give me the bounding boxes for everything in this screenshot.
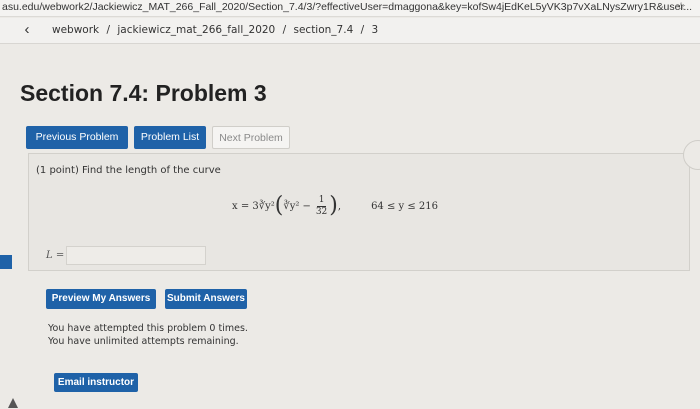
previous-problem-button[interactable]: Previous Problem <box>26 126 128 149</box>
submit-answers-button[interactable]: Submit Answers <box>165 289 247 309</box>
fraction: 1 32 <box>316 195 327 218</box>
problem-list-button[interactable]: Problem List <box>134 126 206 149</box>
inner-formula-term: y² <box>289 200 300 212</box>
breadcrumb-item-course[interactable]: jackiewicz_mat_266_fall_2020 <box>117 24 275 36</box>
breadcrumb-bar: ‹ webwork / jackiewicz_mat_266_fall_2020… <box>0 18 700 44</box>
formula-lhs: x = 3 <box>232 200 259 212</box>
formula-comma: , <box>337 200 342 212</box>
address-bar[interactable]: asu.edu/webwork2/Jackiewicz_MAT_266_Fall… <box>0 0 700 17</box>
bookmark-star-icon[interactable]: ☆ <box>676 0 686 15</box>
attempted-text: You have attempted this problem 0 times. <box>48 323 248 334</box>
back-arrow-icon[interactable]: ‹ <box>18 21 36 39</box>
fraction-numerator: 1 <box>316 194 327 207</box>
curve-formula: x = 3 ∛ y² ( ∛ y² − 1 32 ) , 64 ≤ y ≤ 21… <box>232 191 438 221</box>
breadcrumb-item-webwork[interactable]: webwork <box>52 24 99 36</box>
answer-input[interactable] <box>66 246 206 265</box>
open-paren: ( <box>274 193 284 218</box>
fraction-denominator: 32 <box>315 206 328 217</box>
page-title: Section 7.4: Problem 3 <box>20 80 267 106</box>
cursor-icon <box>8 398 18 408</box>
breadcrumb-item-section[interactable]: section_7.4 <box>293 24 353 36</box>
remaining-text: You have unlimited attempts remaining. <box>48 336 239 347</box>
attempt-status: You have attempted this problem 0 times.… <box>48 322 248 348</box>
formula-term: y² <box>265 200 275 212</box>
email-instructor-button[interactable]: Email instructor <box>54 373 138 392</box>
breadcrumb-separator: / <box>360 24 365 36</box>
preview-answers-button[interactable]: Preview My Answers <box>46 289 156 309</box>
breadcrumb: webwork / jackiewicz_mat_266_fall_2020 /… <box>52 24 378 36</box>
next-problem-button[interactable]: Next Problem <box>212 126 290 149</box>
breadcrumb-separator: / <box>282 24 287 36</box>
close-paren: ) <box>329 193 338 218</box>
side-marker <box>0 255 12 269</box>
minus-sign: − <box>302 200 311 212</box>
y-range: 64 ≤ y ≤ 216 <box>371 200 438 212</box>
problem-statement: (1 point) Find the length of the curve <box>36 165 221 176</box>
answer-label: L = <box>46 250 65 261</box>
breadcrumb-item-problem: 3 <box>371 24 379 36</box>
breadcrumb-separator: / <box>106 24 111 36</box>
url-text[interactable]: asu.edu/webwork2/Jackiewicz_MAT_266_Fall… <box>2 1 692 13</box>
